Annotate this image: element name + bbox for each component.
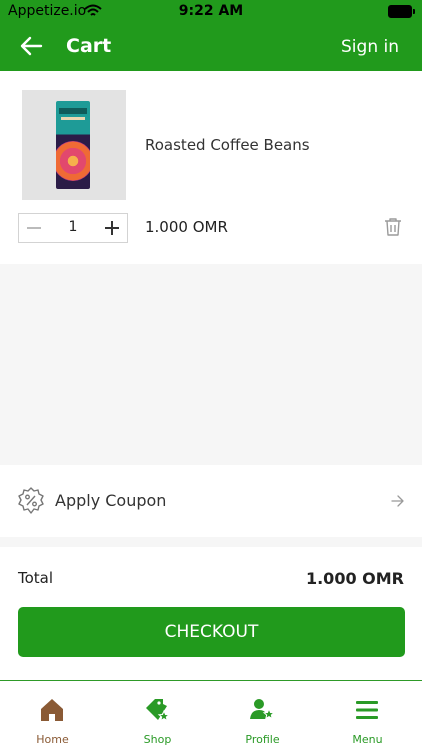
- quantity-value: 1: [68, 219, 78, 235]
- tab-home[interactable]: Home: [0, 681, 105, 751]
- bottom-navigation: Home Shop Profile Menu: [0, 680, 422, 751]
- quantity-stepper: 1: [18, 213, 128, 243]
- sign-in-link[interactable]: Sign in: [341, 37, 399, 57]
- total-value: 1.000 OMR: [305, 569, 404, 588]
- tab-menu[interactable]: Menu: [315, 681, 420, 751]
- shop-tag-icon: [146, 699, 171, 722]
- product-image[interactable]: [22, 90, 126, 200]
- product-name[interactable]: Roasted Coffee Beans: [145, 136, 310, 154]
- coffee-pack-illustration: [56, 101, 90, 189]
- tab-menu-label: Menu: [352, 733, 383, 746]
- status-bar: Appetize.io 9:22 AM: [0, 0, 422, 22]
- pack-label: [59, 108, 87, 114]
- apply-coupon-row[interactable]: Apply Coupon: [0, 465, 422, 537]
- apply-coupon-label: Apply Coupon: [55, 491, 167, 510]
- decrease-quantity-button[interactable]: [19, 214, 49, 242]
- cart-item: Roasted Coffee Beans 1 1.000 OMR: [0, 71, 422, 264]
- coupon-percent-icon: [18, 487, 44, 514]
- item-price: 1.000 OMR: [145, 218, 228, 236]
- increase-quantity-button[interactable]: [97, 214, 127, 242]
- home-icon: [41, 699, 63, 721]
- page-title: Cart: [66, 35, 112, 57]
- total-label: Total: [18, 569, 54, 587]
- status-time: 9:22 AM: [178, 3, 244, 19]
- app-header: Appetize.io 9:22 AM Cart Sign in: [0, 0, 422, 71]
- battery-icon: [388, 5, 415, 18]
- pack-pattern: [56, 141, 90, 181]
- tab-profile-label: Profile: [245, 733, 280, 746]
- profile-icon: [250, 699, 276, 720]
- trash-icon[interactable]: [384, 217, 402, 237]
- nav-bar: Cart Sign in: [0, 22, 422, 71]
- arrow-right-icon: [391, 495, 404, 507]
- tab-profile[interactable]: Profile: [210, 681, 315, 751]
- order-summary: Total 1.000 OMR CHECKOUT: [0, 547, 422, 680]
- menu-icon: [356, 701, 378, 719]
- pack-label-strip: [61, 117, 85, 120]
- tab-home-label: Home: [36, 733, 69, 746]
- tab-shop[interactable]: Shop: [105, 681, 210, 751]
- back-arrow-icon[interactable]: [18, 34, 44, 58]
- tab-shop-label: Shop: [143, 733, 172, 746]
- checkout-button[interactable]: CHECKOUT: [18, 607, 405, 657]
